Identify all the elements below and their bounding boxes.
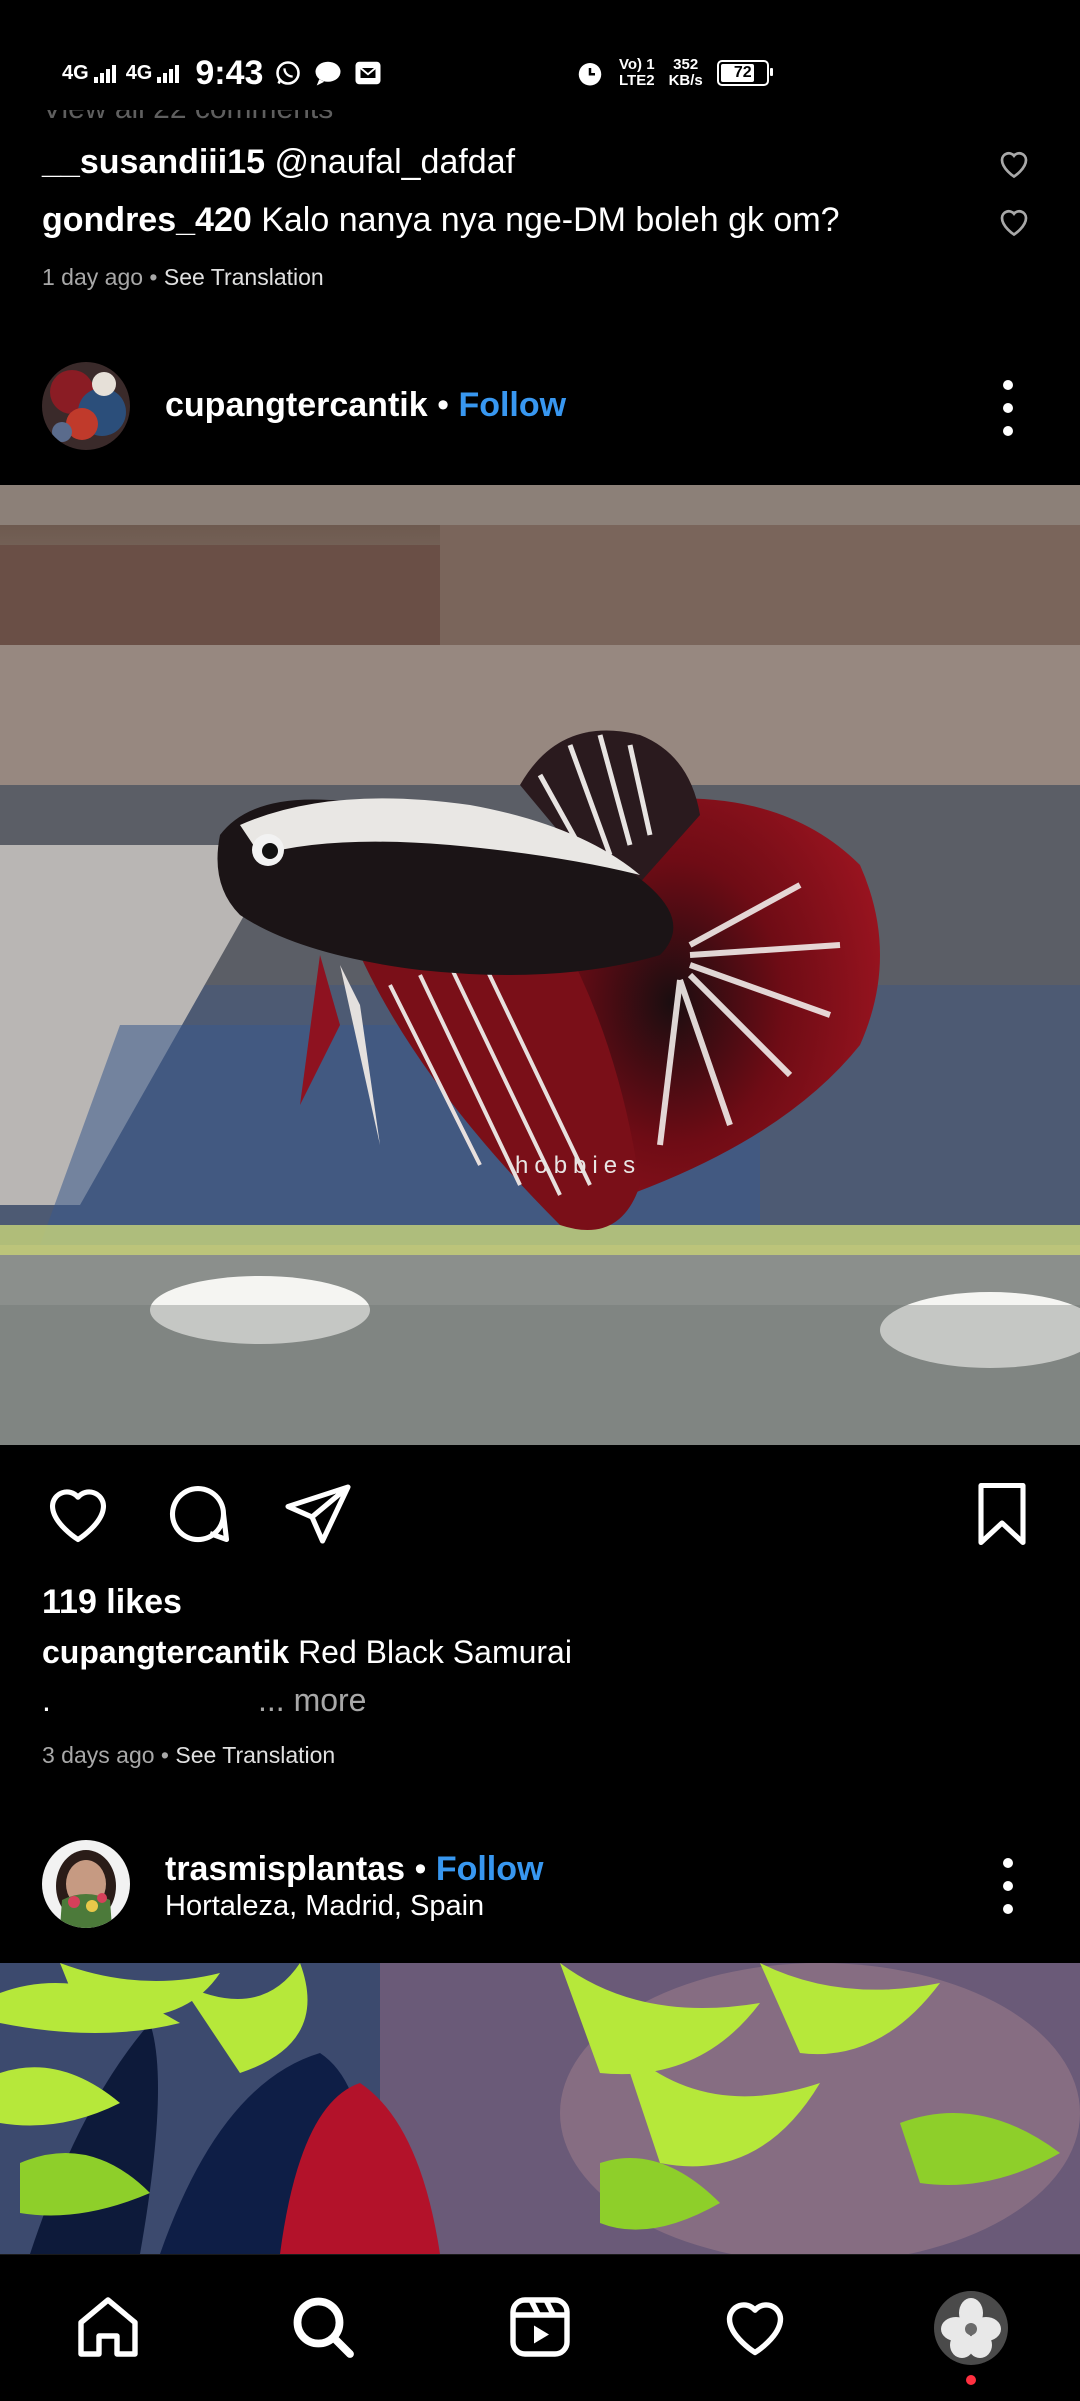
battery-icon: 72 (716, 60, 773, 86)
activity-heart-icon[interactable] (719, 2291, 791, 2363)
save-button[interactable] (966, 1478, 1038, 1550)
profile-avatar[interactable] (934, 2291, 1008, 2365)
comment-button[interactable] (162, 1478, 234, 1550)
meta-separator: • (160, 1742, 176, 1768)
see-translation-link[interactable]: See Translation (164, 264, 324, 290)
alarm-icon (575, 58, 605, 88)
comment-username[interactable]: __susandiii15 (42, 143, 265, 181)
betta-fish-photo: hobbies (0, 485, 1080, 1445)
share-button[interactable] (282, 1478, 354, 1550)
post-image[interactable] (0, 1963, 1080, 2254)
reels-icon[interactable] (504, 2291, 576, 2363)
like-button[interactable] (42, 1478, 114, 1550)
caption-more: . ... more (42, 1682, 366, 1719)
post-location[interactable]: Hortaleza, Madrid, Spain (165, 1890, 484, 1923)
post-author-avatar[interactable] (42, 362, 130, 450)
post-author-avatar[interactable] (42, 1840, 130, 1928)
notification-dot (966, 2375, 976, 2385)
header-separator: • (414, 1850, 427, 1888)
battery-level: 72 (733, 64, 752, 81)
more-link[interactable]: ... more (258, 1682, 366, 1719)
post-image[interactable]: hobbies (0, 485, 1080, 1445)
comment-meta: 1 day ago • See Translation (42, 264, 324, 291)
speed-unit: KB/s (668, 72, 703, 89)
more-options-icon[interactable] (998, 380, 1018, 436)
status-right: Vo) 1 LTE2 352 KB/s 72 (575, 52, 773, 94)
post-username[interactable]: trasmisplantas (165, 1850, 405, 1888)
more-options-icon[interactable] (998, 1858, 1018, 1914)
comment-item: gondres_420 Kalo nanya nya nge-DM boleh … (42, 201, 840, 240)
comment-time: 1 day ago (42, 264, 144, 290)
comment-like-icon[interactable] (996, 203, 1032, 239)
lte-label: LTE2 (619, 72, 655, 89)
post-username[interactable]: cupangtercantik (165, 386, 428, 424)
meta-separator: • (149, 264, 164, 290)
status-bar: 4G 4G 9:43 Vo) 1 LTE2 352 KB/s 72 (0, 0, 1080, 110)
signal-bars-icon (157, 63, 180, 83)
signal-2: 4G (126, 63, 180, 83)
comment-text[interactable]: @naufal_dafdaf (274, 143, 515, 181)
post-header: cupangtercantik • Follow (165, 386, 566, 425)
caption-username[interactable]: cupangtercantik (42, 1634, 289, 1670)
post-header: trasmisplantas • Follow (165, 1850, 543, 1889)
post-meta: 3 days ago • See Translation (42, 1742, 335, 1769)
mail-icon (353, 58, 383, 88)
network-speed: 352 KB/s (669, 57, 703, 89)
post-time: 3 days ago (42, 1742, 155, 1768)
comment-username[interactable]: gondres_420 (42, 201, 252, 239)
caption-text: Red Black Samurai (298, 1634, 572, 1670)
likes-count[interactable]: 119 likes (42, 1583, 182, 1622)
whatsapp-icon (273, 58, 303, 88)
header-separator: • (437, 386, 449, 424)
speed-value: 352 (673, 56, 699, 74)
caption-dot: . (42, 1682, 51, 1718)
status-left: 4G 4G 9:43 (62, 50, 383, 96)
network-label-1: 4G (62, 62, 89, 84)
clock: 9:43 (195, 53, 264, 92)
comment-item: __susandiii15 @naufal_dafdaf (42, 143, 515, 182)
home-icon[interactable] (72, 2291, 144, 2363)
post-caption: cupangtercantik Red Black Samurai (42, 1634, 572, 1671)
follow-button[interactable]: Follow (458, 386, 566, 424)
volte-indicator: Vo) 1 LTE2 (619, 57, 655, 89)
signal-1: 4G (62, 63, 116, 83)
follow-button[interactable]: Follow (436, 1850, 544, 1888)
see-translation-link[interactable]: See Translation (175, 1742, 335, 1768)
message-bubble-icon (313, 58, 343, 88)
network-label-2: 4G (125, 62, 153, 84)
comment-text: Kalo nanya nya nge-DM boleh gk om? (261, 201, 840, 239)
volte-label: Vo) 1 (619, 56, 655, 74)
photo-watermark: hobbies (515, 1152, 641, 1179)
signal-bars-icon (93, 63, 116, 83)
aquarium-photo (0, 1963, 1080, 2254)
bottom-navigation (0, 2254, 1080, 2401)
search-icon[interactable] (287, 2291, 359, 2363)
comment-like-icon[interactable] (996, 145, 1032, 181)
